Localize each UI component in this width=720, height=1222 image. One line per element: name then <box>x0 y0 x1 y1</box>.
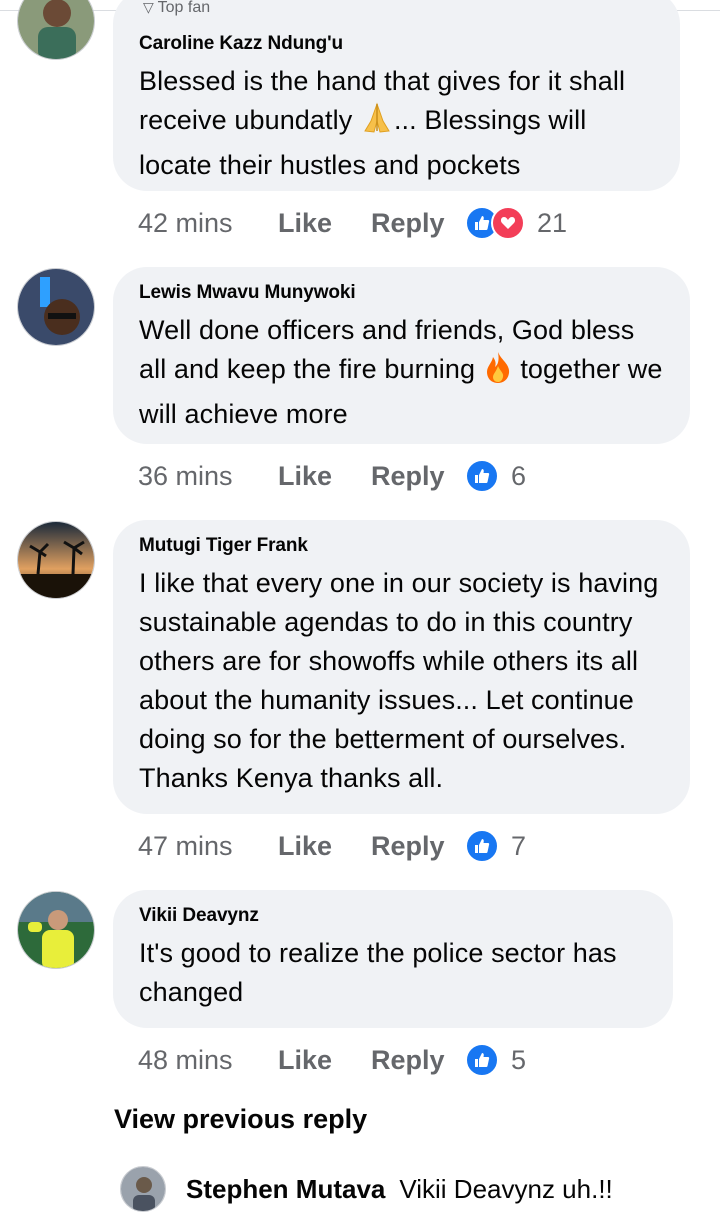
reply-preview[interactable]: Stephen Mutava Vikii Deavynz uh.!! <box>120 1166 613 1212</box>
comment-bubble: Vikii Deavynz It's good to realize the p… <box>113 890 673 1028</box>
commenter-name[interactable]: Vikii Deavynz <box>139 904 647 928</box>
avatar[interactable] <box>17 521 95 599</box>
reaction-summary[interactable]: 7 <box>465 829 526 863</box>
reaction-count: 5 <box>511 1044 527 1075</box>
comment-bubble: Mutugi Tiger Frank I like that every one… <box>113 520 690 814</box>
reaction-count: 21 <box>537 207 568 238</box>
timestamp[interactable]: 47 mins <box>138 831 278 862</box>
comment-text: I like that every one in our society is … <box>139 568 659 793</box>
reaction-summary[interactable]: 21 <box>465 206 567 240</box>
reaction-count: 6 <box>511 460 527 491</box>
folded-hands-icon <box>360 101 394 146</box>
reply-author-name[interactable]: Stephen Mutava <box>186 1174 385 1205</box>
love-icon <box>491 206 525 240</box>
comment-meta: 36 mins Like Reply 6 <box>138 456 526 496</box>
top-fan-badge: ▽ Top fan <box>143 0 211 16</box>
diamond-icon: ▽ <box>143 0 158 15</box>
avatar[interactable] <box>120 1166 166 1212</box>
comment-text: Blessed is the hand that gives for it sh… <box>139 66 626 180</box>
avatar[interactable] <box>17 891 95 969</box>
like-button[interactable]: Like <box>278 208 371 239</box>
timestamp[interactable]: 36 mins <box>138 461 278 492</box>
reaction-summary[interactable]: 5 <box>465 1043 526 1077</box>
like-icon <box>465 829 499 863</box>
commenter-name[interactable]: Lewis Mwavu Munywoki <box>139 281 664 305</box>
reaction-count: 7 <box>511 830 527 861</box>
comment-meta: 47 mins Like Reply 7 <box>138 826 526 866</box>
timestamp[interactable]: 42 mins <box>138 208 278 239</box>
reply-button[interactable]: Reply <box>371 1045 465 1076</box>
reply-button[interactable]: Reply <box>371 461 465 492</box>
reply-button[interactable]: Reply <box>371 208 465 239</box>
comment-meta: 42 mins Like Reply 21 <box>138 203 567 243</box>
comment-bubble: Lewis Mwavu Munywoki Well done officers … <box>113 267 690 444</box>
comment-text: It's good to realize the police sector h… <box>139 938 617 1007</box>
commenter-name[interactable]: Caroline Kazz Ndung'u <box>139 32 654 56</box>
reply-text: Vikii Deavynz uh.!! <box>399 1173 613 1204</box>
comment-text: Well done officers and friends, God bles… <box>139 315 663 429</box>
avatar[interactable] <box>17 0 95 60</box>
like-button[interactable]: Like <box>278 1045 371 1076</box>
reply-button[interactable]: Reply <box>371 831 465 862</box>
commenter-name[interactable]: Mutugi Tiger Frank <box>139 534 664 558</box>
like-icon <box>465 459 499 493</box>
comment-meta: 48 mins Like Reply 5 <box>138 1040 526 1080</box>
like-icon <box>465 1043 499 1077</box>
comment-bubble: ▽ Top fan Caroline Kazz Ndung'u Blessed … <box>113 0 680 191</box>
view-previous-reply-link[interactable]: View previous reply <box>114 1104 367 1135</box>
avatar[interactable] <box>17 268 95 346</box>
reaction-summary[interactable]: 6 <box>465 459 526 493</box>
like-button[interactable]: Like <box>278 831 371 862</box>
fire-icon <box>483 350 513 395</box>
like-button[interactable]: Like <box>278 461 371 492</box>
timestamp[interactable]: 48 mins <box>138 1045 278 1076</box>
